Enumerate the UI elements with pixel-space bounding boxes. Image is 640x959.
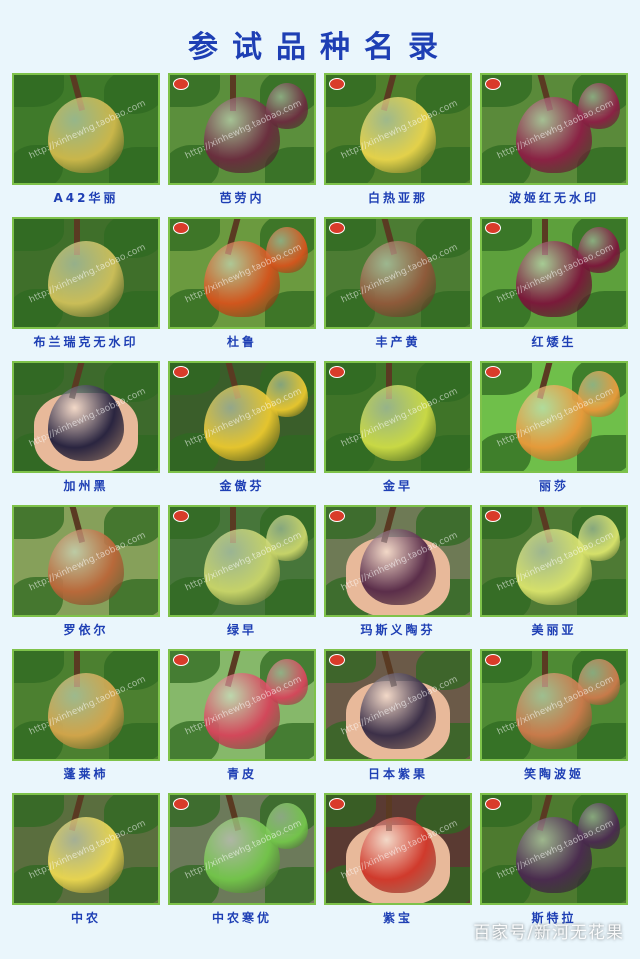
- variety-name: 紫宝: [382, 911, 413, 925]
- variety-grid: http://xinhewhg.taobao.com A42华丽 http://xi…: [12, 73, 630, 937]
- fig-photo: http://xinhewhg.taobao.com: [480, 361, 628, 473]
- variety-name: 蓬莱柿: [63, 767, 109, 781]
- variety-card: http://xinhewhg.taobao.com 金早: [324, 361, 472, 505]
- fig-photo: http://xinhewhg.taobao.com: [168, 73, 316, 185]
- brand-logo-icon: [329, 510, 345, 522]
- fig-photo: http://xinhewhg.taobao.com: [12, 217, 160, 329]
- variety-name: 白热亚那: [367, 191, 428, 205]
- variety-card: http://xinhewhg.taobao.com 绿早: [168, 505, 316, 649]
- variety-name: 中农寒优: [211, 911, 272, 925]
- leaf-shape: [14, 507, 64, 539]
- fig-photo: http://xinhewhg.taobao.com: [324, 505, 472, 617]
- fig-photo: http://xinhewhg.taobao.com: [168, 361, 316, 473]
- variety-card: http://xinhewhg.taobao.com 玛斯义陶芬: [324, 505, 472, 649]
- variety-name: 红矮生: [531, 335, 577, 349]
- variety-card: http://xinhewhg.taobao.com 美丽亚: [480, 505, 628, 649]
- leaf-shape: [14, 363, 64, 395]
- brand-logo-icon: [173, 798, 189, 810]
- variety-name: 青皮: [226, 767, 257, 781]
- variety-card: http://xinhewhg.taobao.com 杜鲁: [168, 217, 316, 361]
- fig-photo: http://xinhewhg.taobao.com: [324, 793, 472, 905]
- variety-card: http://xinhewhg.taobao.com 金傲芬: [168, 361, 316, 505]
- variety-name: 笑陶波姬: [523, 767, 584, 781]
- variety-card: http://xinhewhg.taobao.com 波姬红无水印: [480, 73, 628, 217]
- variety-card: http://xinhewhg.taobao.com 蓬莱柿: [12, 649, 160, 793]
- variety-card: http://xinhewhg.taobao.com 芭劳内: [168, 73, 316, 217]
- fig-photo: http://xinhewhg.taobao.com: [480, 505, 628, 617]
- brand-logo-icon: [329, 366, 345, 378]
- variety-card: http://xinhewhg.taobao.com 白热亚那: [324, 73, 472, 217]
- brand-logo-icon: [485, 798, 501, 810]
- variety-name: 中农: [70, 911, 101, 925]
- variety-name: 绿早: [226, 623, 257, 637]
- brand-logo-icon: [173, 654, 189, 666]
- variety-name: 芭劳内: [219, 191, 265, 205]
- variety-card: http://xinhewhg.taobao.com 中农: [12, 793, 160, 937]
- fig-photo: http://xinhewhg.taobao.com: [324, 361, 472, 473]
- brand-logo-icon: [329, 78, 345, 90]
- brand-logo-icon: [329, 654, 345, 666]
- brand-logo-icon: [173, 222, 189, 234]
- variety-name: 加州黑: [63, 479, 109, 493]
- brand-logo-icon: [485, 222, 501, 234]
- brand-logo-icon: [329, 222, 345, 234]
- fig-photo: http://xinhewhg.taobao.com: [324, 649, 472, 761]
- fig-photo: http://xinhewhg.taobao.com: [168, 649, 316, 761]
- variety-card: http://xinhewhg.taobao.com A42华丽: [12, 73, 160, 217]
- fig-photo: http://xinhewhg.taobao.com: [12, 73, 160, 185]
- fig-photo: http://xinhewhg.taobao.com: [12, 505, 160, 617]
- variety-name: 金早: [382, 479, 413, 493]
- variety-card: http://xinhewhg.taobao.com 丽莎: [480, 361, 628, 505]
- variety-card: http://xinhewhg.taobao.com 布兰瑞克无水印: [12, 217, 160, 361]
- fig-photo: http://xinhewhg.taobao.com: [12, 793, 160, 905]
- variety-card: http://xinhewhg.taobao.com 青皮: [168, 649, 316, 793]
- variety-name: 玛斯义陶芬: [360, 623, 436, 637]
- variety-name: 美丽亚: [531, 623, 577, 637]
- variety-card: http://xinhewhg.taobao.com 加州黑: [12, 361, 160, 505]
- variety-name: 日本紫果: [367, 767, 428, 781]
- leaf-shape: [14, 219, 64, 251]
- brand-logo-icon: [485, 654, 501, 666]
- variety-card: http://xinhewhg.taobao.com 罗依尔: [12, 505, 160, 649]
- leaf-shape: [14, 795, 64, 827]
- variety-card: http://xinhewhg.taobao.com 斯特拉: [480, 793, 628, 937]
- fig-photo: http://xinhewhg.taobao.com: [324, 73, 472, 185]
- fig-photo: http://xinhewhg.taobao.com: [168, 793, 316, 905]
- variety-card: http://xinhewhg.taobao.com 紫宝: [324, 793, 472, 937]
- variety-name: 布兰瑞克无水印: [33, 335, 139, 349]
- variety-name: 波姬红无水印: [508, 191, 599, 205]
- brand-logo-icon: [485, 510, 501, 522]
- fig-photo: http://xinhewhg.taobao.com: [12, 361, 160, 473]
- fig-photo: http://xinhewhg.taobao.com: [480, 793, 628, 905]
- fig-photo: http://xinhewhg.taobao.com: [480, 73, 628, 185]
- footer-watermark: 百家号/新河无花果: [473, 923, 624, 943]
- fig-photo: http://xinhewhg.taobao.com: [324, 217, 472, 329]
- brand-logo-icon: [173, 510, 189, 522]
- variety-name: 丽莎: [538, 479, 569, 493]
- brand-logo-icon: [173, 366, 189, 378]
- variety-name: 杜鲁: [226, 335, 257, 349]
- page-title: 参试品种名录: [188, 30, 452, 65]
- variety-name: 金傲芬: [219, 479, 265, 493]
- fig-photo: http://xinhewhg.taobao.com: [480, 649, 628, 761]
- variety-card: http://xinhewhg.taobao.com 笑陶波姬: [480, 649, 628, 793]
- variety-name: 丰产黄: [375, 335, 421, 349]
- brand-logo-icon: [485, 366, 501, 378]
- variety-name: 罗依尔: [63, 623, 109, 637]
- fig-photo: http://xinhewhg.taobao.com: [480, 217, 628, 329]
- brand-logo-icon: [173, 78, 189, 90]
- brand-logo-icon: [485, 78, 501, 90]
- fig-photo: http://xinhewhg.taobao.com: [12, 649, 160, 761]
- variety-card: http://xinhewhg.taobao.com 中农寒优: [168, 793, 316, 937]
- leaf-shape: [14, 75, 64, 107]
- variety-card: http://xinhewhg.taobao.com 红矮生: [480, 217, 628, 361]
- fig-photo: http://xinhewhg.taobao.com: [168, 217, 316, 329]
- variety-card: http://xinhewhg.taobao.com 丰产黄: [324, 217, 472, 361]
- variety-card: http://xinhewhg.taobao.com 日本紫果: [324, 649, 472, 793]
- variety-name: A42华丽: [53, 191, 119, 205]
- fig-photo: http://xinhewhg.taobao.com: [168, 505, 316, 617]
- leaf-shape: [14, 651, 64, 683]
- brand-logo-icon: [329, 798, 345, 810]
